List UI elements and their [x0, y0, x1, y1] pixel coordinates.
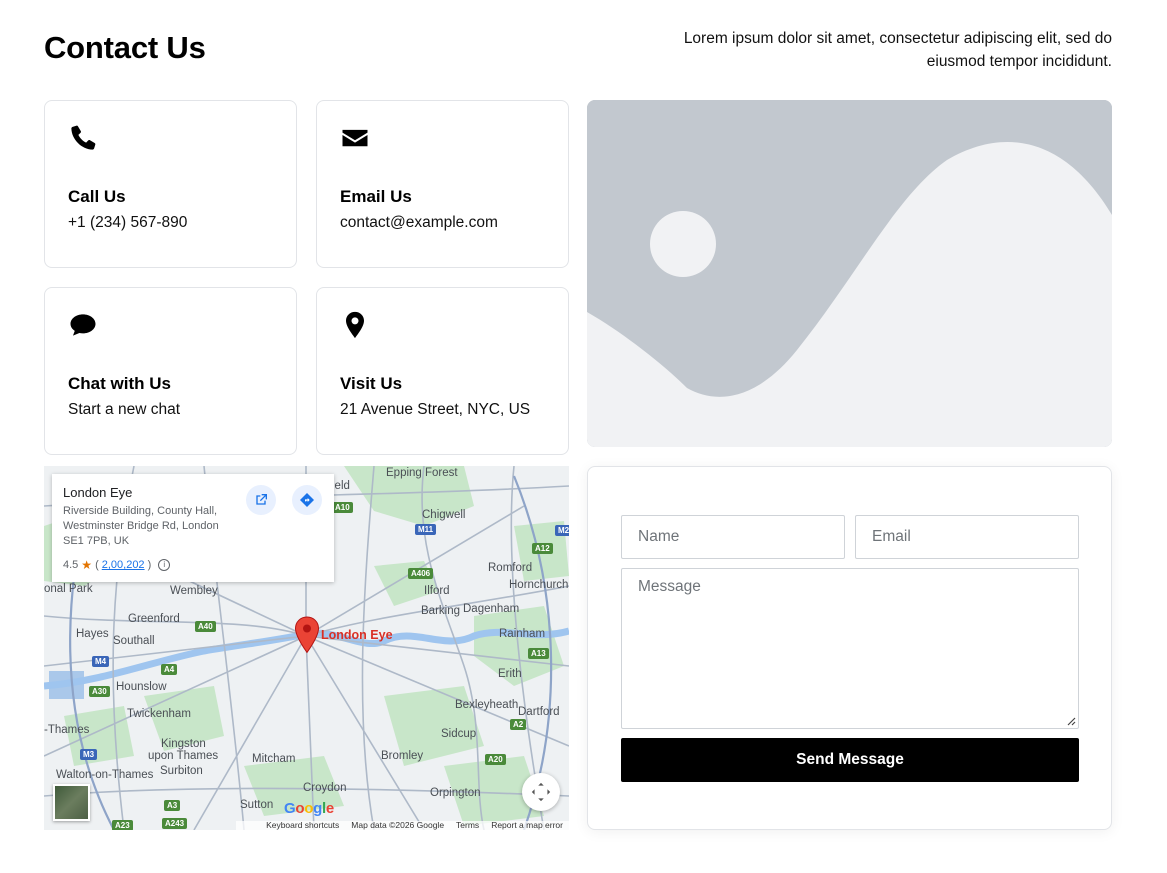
review-open-paren: ( [95, 559, 99, 571]
place-address: Riverside Building, County Hall, Westmin… [63, 505, 219, 547]
map-place-label: Twickenham [127, 708, 191, 720]
map-place-label: Greenford [128, 613, 180, 625]
terms-link[interactable]: Terms [456, 821, 479, 830]
map-place-label: Sidcup [441, 728, 477, 740]
image-placeholder-icon [587, 100, 1112, 447]
report-error-link[interactable]: Report a map error [491, 821, 563, 830]
name-input[interactable] [621, 515, 845, 559]
road-badge: A20 [485, 754, 506, 765]
map-place-label: Dartford [518, 706, 560, 718]
visit-us-card[interactable]: Visit Us 21 Avenue Street, NYC, US [316, 287, 569, 455]
placeholder-image [587, 100, 1112, 447]
map-place-label: upon Thames [148, 750, 219, 762]
resize-handle-icon[interactable] [1066, 716, 1076, 726]
map-place-label: Croydon [303, 782, 347, 794]
map-place-label: Rainham [499, 628, 546, 640]
map-place-label: Ilford [424, 585, 450, 597]
road-badge: A30 [89, 686, 110, 697]
road-badge: A406 [408, 568, 434, 579]
chat-card[interactable]: Chat with Us Start a new chat [44, 287, 297, 455]
road-badge: A4 [161, 664, 178, 675]
map-camera-control[interactable] [522, 773, 560, 811]
card-title: Visit Us [340, 374, 403, 393]
road-badge: A12 [532, 543, 553, 554]
map-marker-label: London Eye [321, 628, 393, 642]
road-badge: A2 [510, 719, 527, 730]
map-marker-icon[interactable] [294, 616, 320, 654]
map-place-label: Romford [488, 562, 533, 574]
card-value: 21 Avenue Street, NYC, US [340, 401, 531, 418]
message-textarea[interactable] [621, 568, 1079, 729]
map-pin-icon [340, 310, 370, 340]
road-badge: A13 [528, 648, 549, 659]
page-title: Contact Us [44, 30, 206, 65]
review-close-paren: ) [147, 559, 152, 571]
directions-button[interactable] [292, 485, 322, 515]
road-badge: A3 [164, 800, 181, 811]
card-title: Chat with Us [68, 374, 171, 393]
map-place-label: Surbiton [160, 765, 203, 777]
review-count-link[interactable]: 2,00,202 [102, 559, 145, 571]
card-title: Call Us [68, 187, 126, 206]
move-arrows-icon [531, 782, 551, 802]
map-place-label: Kingston [161, 738, 206, 750]
email-us-card[interactable]: Email Us contact@example.com [316, 100, 569, 268]
map-place-label: Hornchurch [509, 579, 569, 591]
external-link-icon [256, 494, 267, 505]
map-place-card: London Eye Riverside Building, County Ha… [52, 474, 334, 582]
map-place-label: Southall [113, 635, 155, 647]
road-badge: A243 [162, 818, 188, 829]
info-icon[interactable]: i [158, 559, 171, 571]
send-message-button[interactable]: Send Message [621, 738, 1079, 782]
map-data-text: Map data ©2026 Google [351, 820, 445, 830]
road-badge: A23 [112, 820, 133, 830]
google-logo: Google [284, 800, 334, 817]
open-in-maps-button[interactable] [246, 485, 276, 515]
map-place-label: Wembley [170, 585, 218, 597]
map-place-label: Epping Forest [386, 467, 458, 479]
directions-icon [300, 493, 314, 507]
road-badge: M11 [415, 524, 437, 535]
map-place-label: ield [332, 480, 350, 492]
road-badge: A10 [332, 502, 353, 513]
email-input[interactable] [855, 515, 1079, 559]
call-us-card[interactable]: Call Us +1 (234) 567-890 [44, 100, 297, 268]
card-value: +1 (234) 567-890 [68, 214, 188, 231]
card-title: Email Us [340, 187, 412, 206]
map-place-label: Orpington [430, 787, 481, 799]
rating-value: 4.5 [63, 559, 79, 571]
map-place-label: Bexleyheath [455, 699, 519, 711]
map-place-label: Mitcham [252, 753, 296, 765]
map-place-label: Hounslow [116, 681, 167, 693]
intro-text: Lorem ipsum dolor sit amet, consectetur … [683, 30, 1112, 70]
road-badge: M3 [80, 749, 98, 760]
card-value: Start a new chat [68, 401, 181, 418]
phone-icon [68, 123, 98, 153]
card-value: contact@example.com [340, 214, 498, 231]
chat-bubble-icon [68, 310, 98, 340]
map-place-label: Erith [498, 668, 522, 680]
map-place-label: Barking [421, 605, 460, 617]
map-place-label: Walton-on-Thames [56, 769, 154, 781]
place-rating: 4.5 ★ (2,00,202) i [63, 558, 323, 572]
map-place-label: Chigwell [422, 509, 466, 521]
road-badge: M25 [555, 525, 569, 536]
map-footer: Keyboard shortcuts Map data ©2026 Google… [236, 821, 569, 830]
map-place-label: -Thames [44, 724, 90, 736]
road-badge: A40 [195, 621, 216, 632]
map-place-label: Hayes [76, 628, 109, 640]
map-place-label: Sutton [240, 799, 274, 811]
star-icon: ★ [81, 558, 93, 572]
road-badge: M4 [92, 656, 110, 667]
map-place-label: Dagenham [463, 603, 520, 615]
place-name: London Eye [63, 485, 133, 500]
keyboard-shortcuts-link[interactable]: Keyboard shortcuts [266, 821, 339, 830]
envelope-icon [340, 123, 370, 153]
map-place-label: Bromley [381, 750, 424, 762]
map-place-label: onal Park [44, 583, 93, 595]
satellite-view-toggle[interactable] [53, 784, 90, 821]
